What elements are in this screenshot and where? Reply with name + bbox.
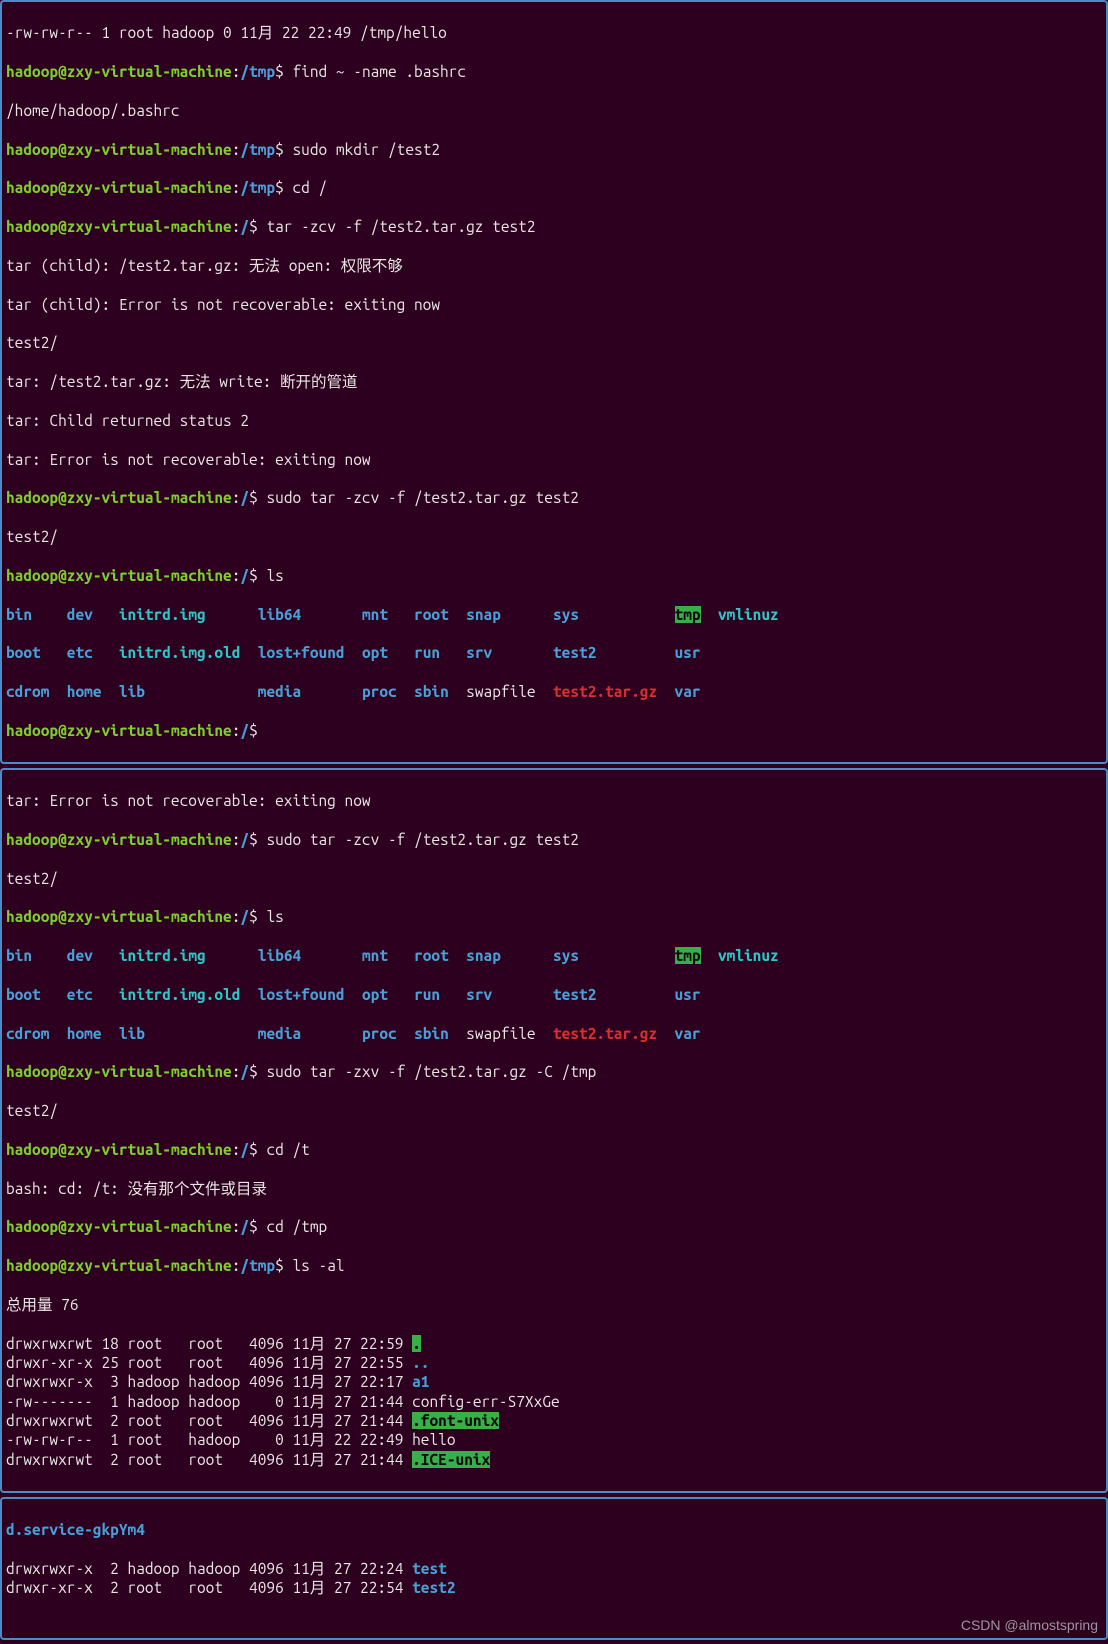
list-item: drwxrwxr-x 3 hadoop hadoop 4096 11月 27 2… — [6, 1372, 1102, 1391]
output-line: tar: Error is not recoverable: exiting n… — [6, 450, 1102, 469]
ls-row: cdrom home lib media proc sbin swapfile … — [6, 682, 1102, 701]
file-name: config-err-S7XxGe — [412, 1393, 560, 1410]
prompt-line: hadoop@zxy-virtual-machine:/tmp$ sudo mk… — [6, 140, 1102, 159]
prompt-line: hadoop@zxy-virtual-machine:/$ tar -zcv -… — [6, 217, 1102, 236]
file-name: .. — [412, 1354, 429, 1371]
output-line: tar: /test2.tar.gz: 无法 write: 断开的管道 — [6, 372, 1102, 391]
output-line: tar: Child returned status 2 — [6, 411, 1102, 430]
output-line: test2/ — [6, 527, 1102, 546]
list-item: -rw------- 1 hadoop hadoop 0 11月 27 21:4… — [6, 1392, 1102, 1411]
prompt-line: hadoop@zxy-virtual-machine:/tmp$ ls -al — [6, 1256, 1102, 1275]
output-line: tar (child): /test2.tar.gz: 无法 open: 权限不… — [6, 256, 1102, 275]
output-line: /home/hadoop/.bashrc — [6, 101, 1102, 120]
file-name: a1 — [412, 1373, 429, 1390]
command-text: find ~ -name .bashrc — [293, 63, 467, 80]
terminal-panel-3[interactable]: d.service-gkpYm4 drwxrwxr-x 2 hadoop had… — [0, 1497, 1108, 1641]
file-name: .font-unix — [412, 1412, 499, 1429]
ls-row: bin dev initrd.img lib64 mnt root snap s… — [6, 605, 1102, 624]
watermark-text: CSDN @almostspring — [961, 1617, 1098, 1635]
file-name: . — [412, 1335, 421, 1352]
prompt-line: hadoop@zxy-virtual-machine:/$ cd /t — [6, 1140, 1102, 1159]
prompt-line: hadoop@zxy-virtual-machine:/tmp$ cd / — [6, 178, 1102, 197]
prompt-line: hadoop@zxy-virtual-machine:/$ — [6, 721, 1102, 740]
output-line: tar (child): Error is not recoverable: e… — [6, 295, 1102, 314]
output-line: bash: cd: /t: 没有那个文件或目录 — [6, 1179, 1102, 1198]
ls-row: boot etc initrd.img.old lost+found opt r… — [6, 643, 1102, 662]
file-name: test — [412, 1560, 447, 1577]
list-item: -rw-rw-r-- 1 root hadoop 0 11月 22 22:49 … — [6, 1430, 1102, 1449]
list-item: drwxrwxr-x 2 hadoop hadoop 4096 11月 27 2… — [6, 1559, 1102, 1578]
prompt-line: hadoop@zxy-virtual-machine:/$ sudo tar -… — [6, 488, 1102, 507]
prompt-line: hadoop@zxy-virtual-machine:/$ sudo tar -… — [6, 1062, 1102, 1081]
prompt-line: hadoop@zxy-virtual-machine:/tmp$ find ~ … — [6, 62, 1102, 81]
list-item: drwxr-xr-x 2 root root 4096 11月 27 22:54… — [6, 1578, 1102, 1597]
list-item: drwxrwxrwt 2 root root 4096 11月 27 21:44… — [6, 1411, 1102, 1430]
terminal-panel-2[interactable]: tar: Error is not recoverable: exiting n… — [0, 768, 1108, 1493]
prompt-line: hadoop@zxy-virtual-machine:/$ ls — [6, 907, 1102, 926]
clipped-line: tar: Error is not recoverable: exiting n… — [6, 791, 1102, 810]
output-line: 总用量 76 — [6, 1295, 1102, 1314]
list-item: drwxrwxrwt 2 root root 4096 11月 27 21:44… — [6, 1450, 1102, 1469]
clipped-line: -rw-rw-r-- 1 root hadoop 0 11月 22 22:49 … — [6, 23, 1102, 42]
prompt-line: hadoop@zxy-virtual-machine:/$ cd /tmp — [6, 1217, 1102, 1236]
file-name: hello — [412, 1431, 455, 1448]
output-line: test2/ — [6, 333, 1102, 352]
prompt-line: hadoop@zxy-virtual-machine:/$ ls — [6, 566, 1102, 585]
clipped-line: d.service-gkpYm4 — [6, 1520, 1102, 1539]
terminal-panel-1[interactable]: -rw-rw-r-- 1 root hadoop 0 11月 22 22:49 … — [0, 0, 1108, 764]
ls-al-list-3: drwxrwxr-x 2 hadoop hadoop 4096 11月 27 2… — [6, 1559, 1102, 1598]
file-name: .ICE-unix — [412, 1451, 490, 1468]
ls-row: cdrom home lib media proc sbin swapfile … — [6, 1024, 1102, 1043]
ls-al-list: drwxrwxrwt 18 root root 4096 11月 27 22:5… — [6, 1334, 1102, 1470]
prompt-line: hadoop@zxy-virtual-machine:/$ sudo tar -… — [6, 830, 1102, 849]
file-name: test2 — [412, 1579, 455, 1596]
ls-row: bin dev initrd.img lib64 mnt root snap s… — [6, 946, 1102, 965]
list-item: drwxr-xr-x 25 root root 4096 11月 27 22:5… — [6, 1353, 1102, 1372]
list-item: drwxrwxrwt 18 root root 4096 11月 27 22:5… — [6, 1334, 1102, 1353]
ls-row: boot etc initrd.img.old lost+found opt r… — [6, 985, 1102, 1004]
output-line: test2/ — [6, 1101, 1102, 1120]
output-line: test2/ — [6, 869, 1102, 888]
